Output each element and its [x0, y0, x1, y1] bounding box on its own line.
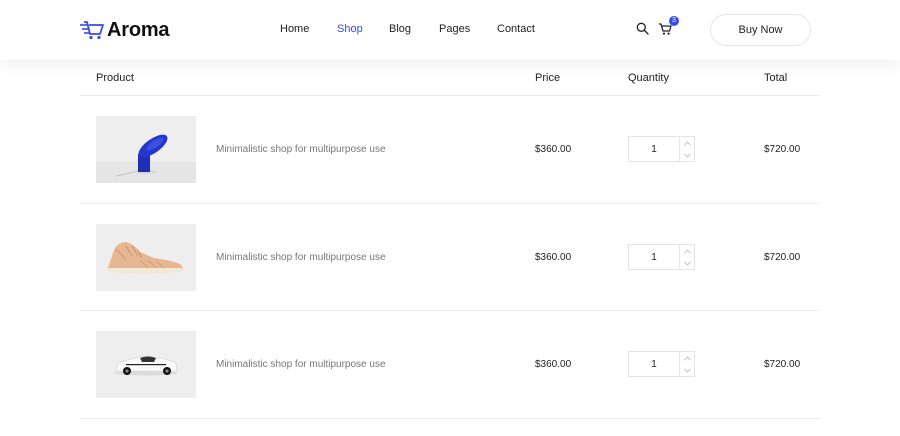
chevron-up-icon: [684, 140, 691, 146]
table-row: Minimalistic shop for multipurpose use $…: [80, 96, 820, 204]
column-header-product: Product: [96, 72, 134, 84]
quantity-input[interactable]: [629, 245, 679, 269]
site-header: Aroma Home Shop Blog Pages Contact 3 Buy…: [0, 0, 900, 60]
quantity-stepper: [628, 136, 695, 162]
quantity-stepper: [628, 244, 695, 270]
decrease-quantity-button[interactable]: [680, 149, 695, 161]
column-header-quantity: Quantity: [628, 72, 669, 84]
row-total: $720.00: [764, 252, 801, 263]
increase-quantity-button[interactable]: [680, 245, 695, 257]
row-total: $720.00: [764, 144, 801, 155]
product-price: $360.00: [535, 144, 572, 155]
search-icon[interactable]: [636, 22, 649, 35]
quantity-input[interactable]: [629, 352, 679, 376]
divider: [80, 418, 820, 419]
product-name[interactable]: Minimalistic shop for multipurpose use: [216, 359, 386, 370]
quantity-stepper: [628, 351, 695, 377]
increase-quantity-button[interactable]: [680, 137, 695, 149]
product-name[interactable]: Minimalistic shop for multipurpose use: [216, 144, 386, 155]
blue-lamp-image: [96, 116, 196, 183]
nav-home[interactable]: Home: [280, 23, 309, 35]
toy-car-image: [96, 331, 196, 398]
nav-shop[interactable]: Shop: [337, 23, 363, 35]
column-header-total: Total: [764, 72, 788, 84]
row-total: $720.00: [764, 359, 801, 370]
table-row: Minimalistic shop for multipurpose use $…: [80, 311, 820, 419]
chevron-down-icon: [684, 367, 691, 373]
buy-now-button[interactable]: Buy Now: [710, 14, 811, 46]
chevron-up-icon: [684, 248, 691, 254]
cart-count-badge: 3: [669, 16, 679, 26]
nav-blog[interactable]: Blog: [389, 23, 411, 35]
sneaker-image: [96, 224, 196, 291]
brand-name: Aroma: [107, 18, 170, 41]
brand-logo[interactable]: Aroma: [80, 18, 170, 42]
decrease-quantity-button[interactable]: [680, 257, 695, 269]
decrease-quantity-button[interactable]: [680, 364, 695, 376]
column-header-price: Price: [535, 72, 561, 84]
table-row: Minimalistic shop for multipurpose use $…: [80, 204, 820, 312]
chevron-down-icon: [684, 260, 691, 266]
chevron-up-icon: [684, 355, 691, 361]
increase-quantity-button[interactable]: [680, 352, 695, 364]
product-name[interactable]: Minimalistic shop for multipurpose use: [216, 252, 386, 263]
nav-contact[interactable]: Contact: [497, 23, 535, 35]
product-price: $360.00: [535, 359, 572, 370]
nav-pages[interactable]: Pages: [439, 23, 470, 35]
product-price: $360.00: [535, 252, 572, 263]
quantity-input[interactable]: [629, 137, 679, 161]
chevron-down-icon: [684, 152, 691, 158]
cart-logo-icon: [80, 21, 104, 40]
